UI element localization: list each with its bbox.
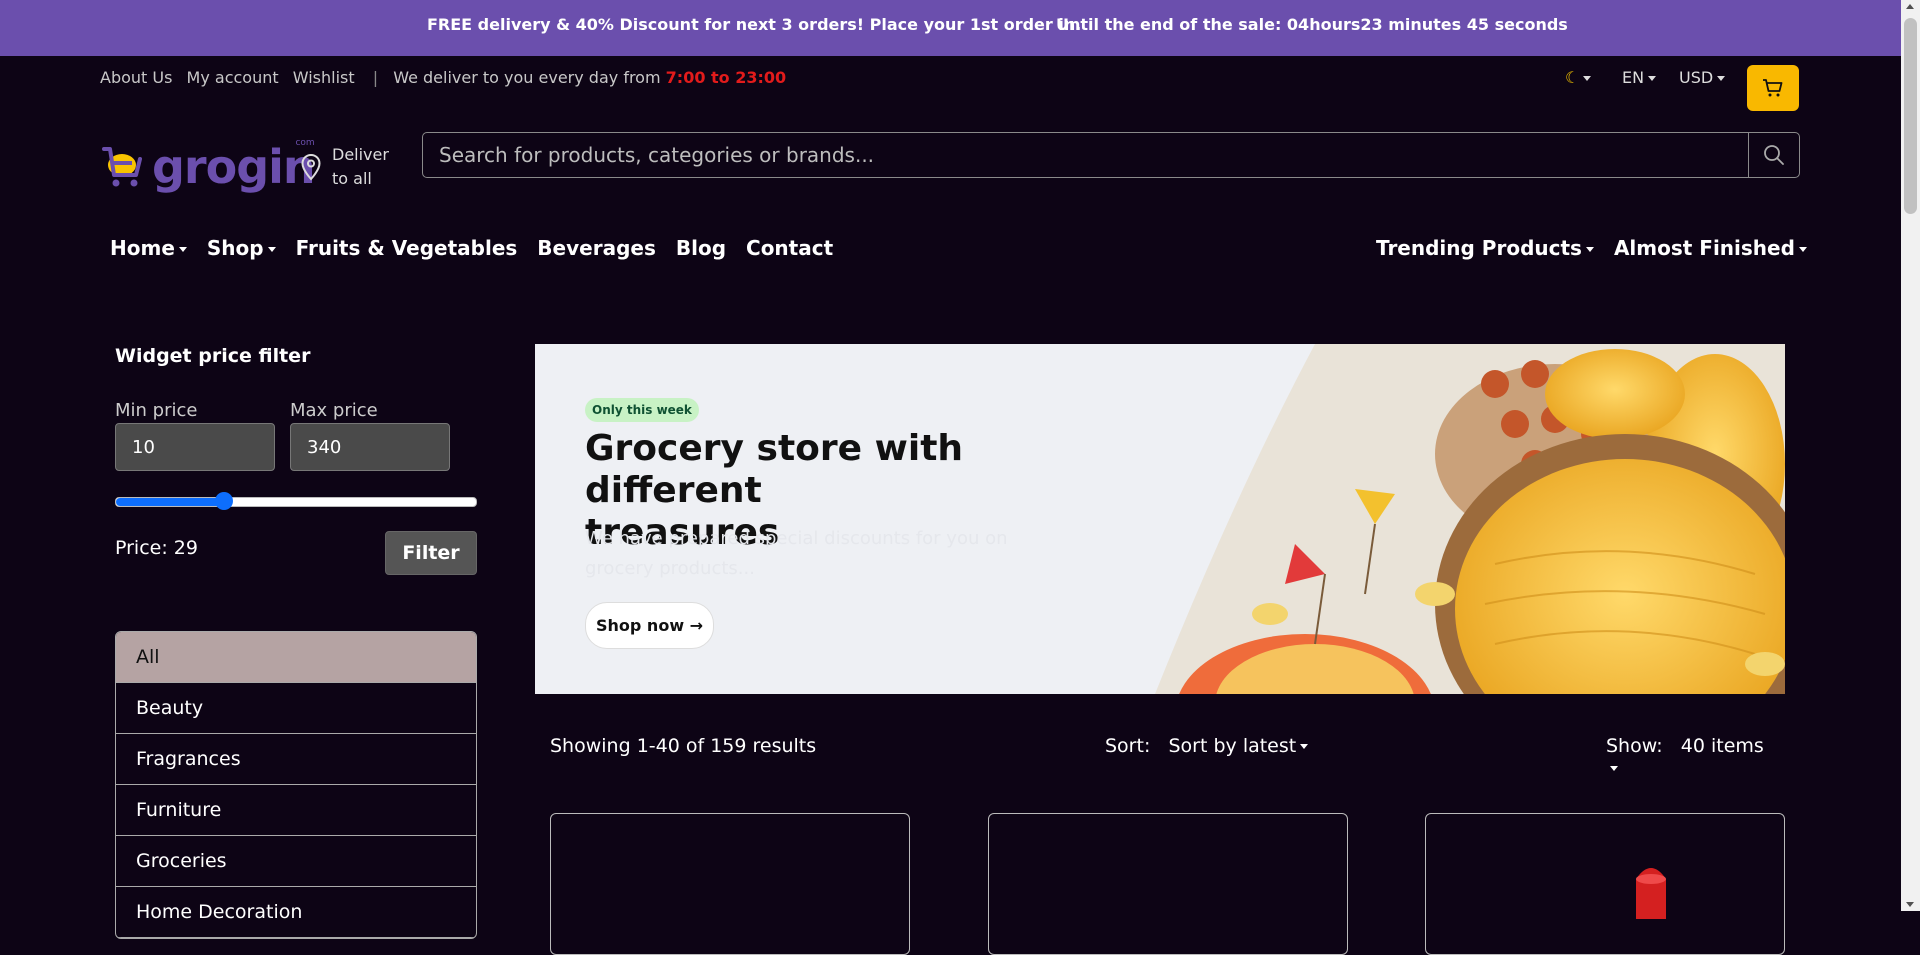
- nav-shop[interactable]: Shop: [207, 236, 276, 260]
- category-item-groceries[interactable]: Groceries: [116, 836, 476, 887]
- promo-badge: Only this week: [585, 398, 699, 422]
- divider: |: [372, 68, 379, 87]
- min-price-label: Min price: [115, 400, 198, 421]
- currency-value: USD: [1679, 68, 1714, 87]
- max-price-label: Max price: [290, 400, 378, 421]
- chevron-down-icon: [1648, 76, 1657, 81]
- countdown-seconds: 45: [1466, 15, 1490, 34]
- chevron-down-icon: [267, 247, 276, 252]
- about-us-link[interactable]: About Us: [100, 68, 172, 87]
- slider-fill: [116, 498, 224, 506]
- hero-banner: Only this week Grocery store with differ…: [535, 344, 1785, 694]
- countdown-minutes-label: minutes: [1388, 15, 1462, 34]
- category-item-beauty[interactable]: Beauty: [116, 683, 476, 734]
- lipstick-product-image: [1636, 868, 1666, 919]
- site-logo[interactable]: grogin com: [100, 138, 316, 194]
- sort-label: Sort:: [1105, 735, 1151, 757]
- main-nav: Home Shop Fruits & Vegetables Beverages …: [110, 236, 833, 260]
- chevron-down-icon: [1583, 76, 1592, 81]
- scroll-up-icon[interactable]: [1906, 4, 1914, 9]
- location-pin-icon: [301, 153, 321, 181]
- results-count: Showing 1-40 of 159 results: [550, 735, 817, 757]
- show-value: 40 items: [1680, 735, 1764, 757]
- chevron-down-icon: [1610, 766, 1618, 771]
- my-account-link[interactable]: My account: [187, 68, 279, 87]
- sort-value: Sort by latest: [1168, 735, 1297, 757]
- deliver-label: Deliver to all: [332, 145, 389, 188]
- banner-subtitle: We have prepared special discounts for y…: [585, 528, 1008, 579]
- search-bar: [422, 132, 1800, 178]
- chevron-down-icon: [1717, 76, 1726, 81]
- moon-icon: ☾: [1565, 68, 1580, 87]
- chevron-down-icon: [1585, 247, 1594, 252]
- nav-home[interactable]: Home: [110, 236, 187, 260]
- cart-button[interactable]: [1747, 65, 1799, 111]
- product-card[interactable]: [988, 813, 1348, 955]
- delivery-text: We deliver to you every day from: [393, 68, 661, 87]
- price-range-slider[interactable]: [115, 492, 477, 510]
- shop-now-button[interactable]: Shop now →: [585, 602, 715, 649]
- search-icon: [1764, 145, 1784, 165]
- category-item-home-decoration[interactable]: Home Decoration: [116, 887, 476, 938]
- nav-beverages[interactable]: Beverages: [537, 236, 656, 260]
- category-item-all[interactable]: All: [116, 632, 476, 683]
- currency-select[interactable]: USD: [1679, 68, 1726, 87]
- utility-bar: About Us My account Wishlist | We delive…: [100, 68, 786, 87]
- nav-trending-products[interactable]: Trending Products: [1376, 236, 1594, 260]
- product-card[interactable]: [1425, 813, 1785, 955]
- wishlist-link[interactable]: Wishlist: [293, 68, 355, 87]
- sort-select[interactable]: Sort by latest: [1168, 735, 1309, 757]
- logo-wordmark: grogin: [152, 140, 316, 194]
- nav-blog[interactable]: Blog: [676, 236, 726, 260]
- language-select[interactable]: EN: [1622, 68, 1657, 87]
- chevron-down-icon: [178, 247, 187, 252]
- slider-handle[interactable]: [215, 492, 233, 510]
- scroll-down-icon[interactable]: [1906, 902, 1914, 907]
- chevron-down-icon: [1300, 744, 1309, 749]
- category-item-furniture[interactable]: Furniture: [116, 785, 476, 836]
- max-price-input[interactable]: 340: [290, 423, 450, 471]
- sale-prefix: Until the end of the sale:: [1056, 15, 1282, 34]
- scrollbar-thumb[interactable]: [1904, 18, 1917, 214]
- sale-countdown: Until the end of the sale: 04hours23 min…: [1056, 15, 1568, 34]
- show-control: Show: 40 items: [1606, 735, 1770, 779]
- current-price: Price: 29: [115, 537, 198, 559]
- nav-contact[interactable]: Contact: [746, 236, 833, 260]
- theme-toggle[interactable]: ☾: [1565, 68, 1592, 87]
- page-scrollbar[interactable]: [1901, 0, 1920, 911]
- category-list: All Beauty Fragrances Furniture Grocerie…: [115, 631, 477, 939]
- price-filter-title: Widget price filter: [115, 345, 311, 367]
- category-item-fragrances[interactable]: Fragrances: [116, 734, 476, 785]
- search-button[interactable]: [1748, 133, 1799, 177]
- countdown-minutes: 23: [1360, 15, 1383, 34]
- nav-fruits-vegetables[interactable]: Fruits & Vegetables: [296, 236, 518, 260]
- min-price-input[interactable]: 10: [115, 423, 275, 471]
- language-value: EN: [1622, 68, 1645, 87]
- promo-text: FREE delivery & 40% Discount for next 3 …: [427, 15, 1082, 34]
- show-label: Show:: [1606, 735, 1663, 757]
- delivery-hours: 7:00 to 23:00: [665, 68, 787, 87]
- promo-bar: FREE delivery & 40% Discount for next 3 …: [0, 0, 1901, 56]
- nav-almost-finished[interactable]: Almost Finished: [1614, 236, 1807, 260]
- search-input[interactable]: [423, 133, 1748, 177]
- cart-icon: [1763, 79, 1783, 97]
- chevron-down-icon: [1798, 247, 1807, 252]
- product-card[interactable]: [550, 813, 910, 955]
- countdown-hours-label: hours: [1309, 15, 1361, 34]
- deliver-location[interactable]: Deliver to all: [300, 143, 389, 191]
- filter-sidebar: Widget price filter Min price Max price …: [115, 345, 477, 939]
- sort-control: Sort: Sort by latest: [1105, 735, 1309, 757]
- countdown-hours: 04: [1286, 15, 1310, 34]
- filter-button[interactable]: Filter: [385, 531, 477, 575]
- secondary-nav: Trending Products Almost Finished: [1376, 236, 1807, 260]
- countdown-seconds-label: seconds: [1494, 15, 1568, 34]
- basket-logo-icon: [102, 147, 142, 187]
